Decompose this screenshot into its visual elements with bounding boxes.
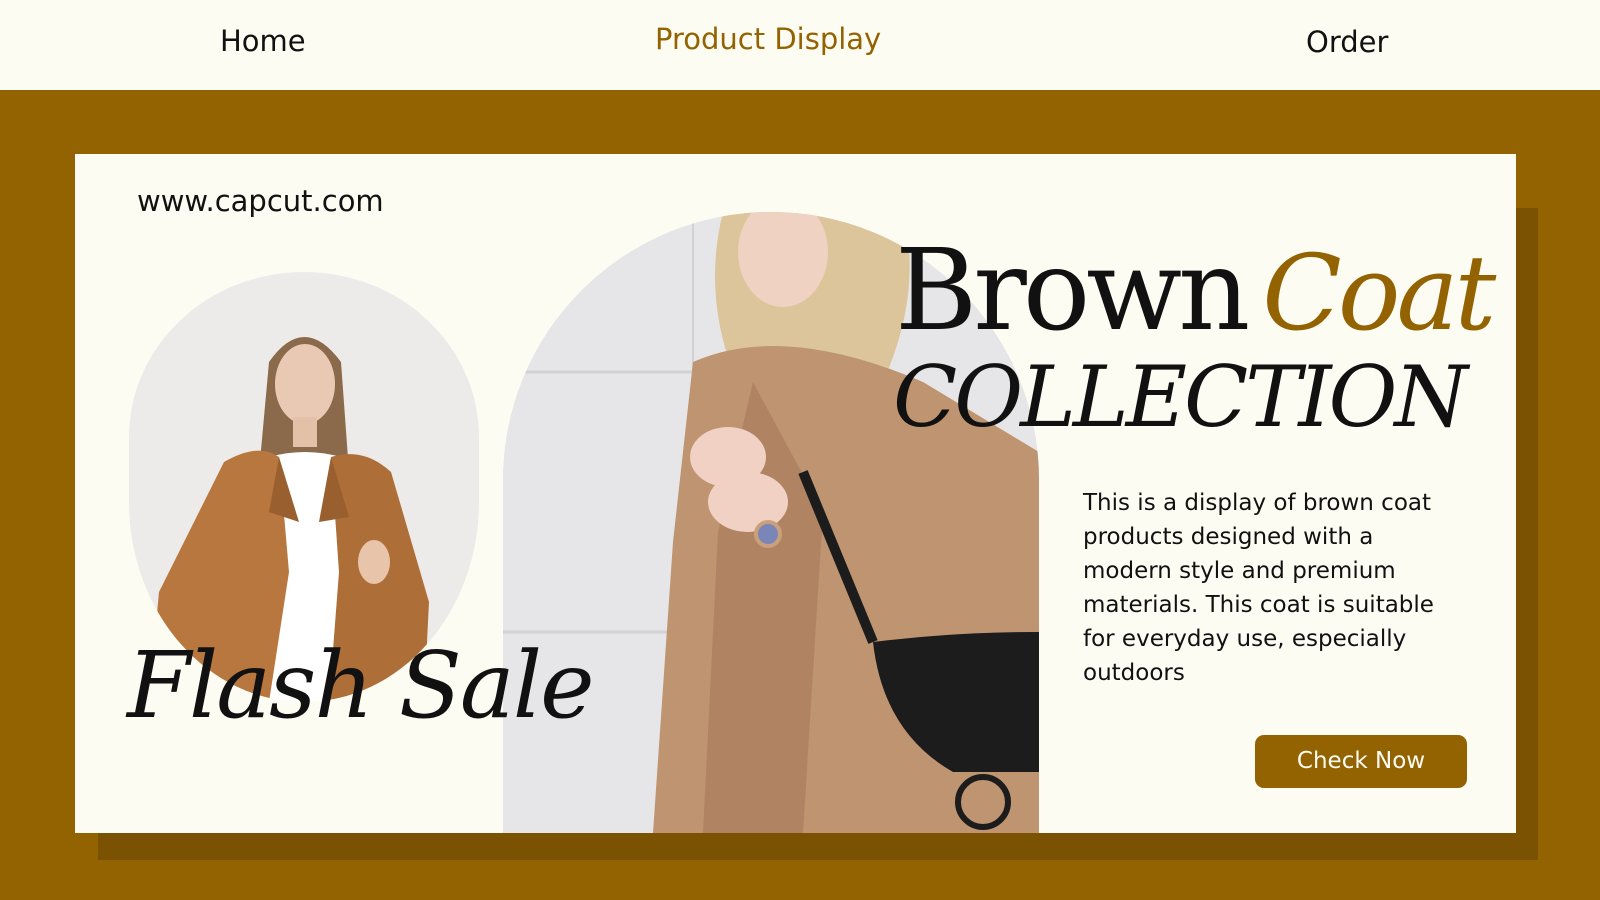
nav-product-display-link[interactable]: Product Display <box>655 22 881 56</box>
headline-collection: COLLECTION <box>893 348 1468 446</box>
headline-brown-coat: Brown Coat <box>895 226 1496 356</box>
headline-word-brown: Brown <box>895 226 1250 356</box>
nav-order-link[interactable]: Order <box>1306 25 1388 59</box>
top-nav: Home Product Display Order <box>0 0 1600 90</box>
product-description: This is a display of brown coat products… <box>1083 490 1434 686</box>
headline-word-coat: Coat <box>1262 232 1496 354</box>
banner-card: www.capcut.com Brown Coat COLLECTION Fla… <box>75 154 1516 833</box>
check-now-button[interactable]: Check Now <box>1255 735 1467 788</box>
site-url: www.capcut.com <box>137 184 384 218</box>
flash-sale-label: Flash Sale <box>127 632 595 739</box>
nav-home-link[interactable]: Home <box>220 24 306 58</box>
